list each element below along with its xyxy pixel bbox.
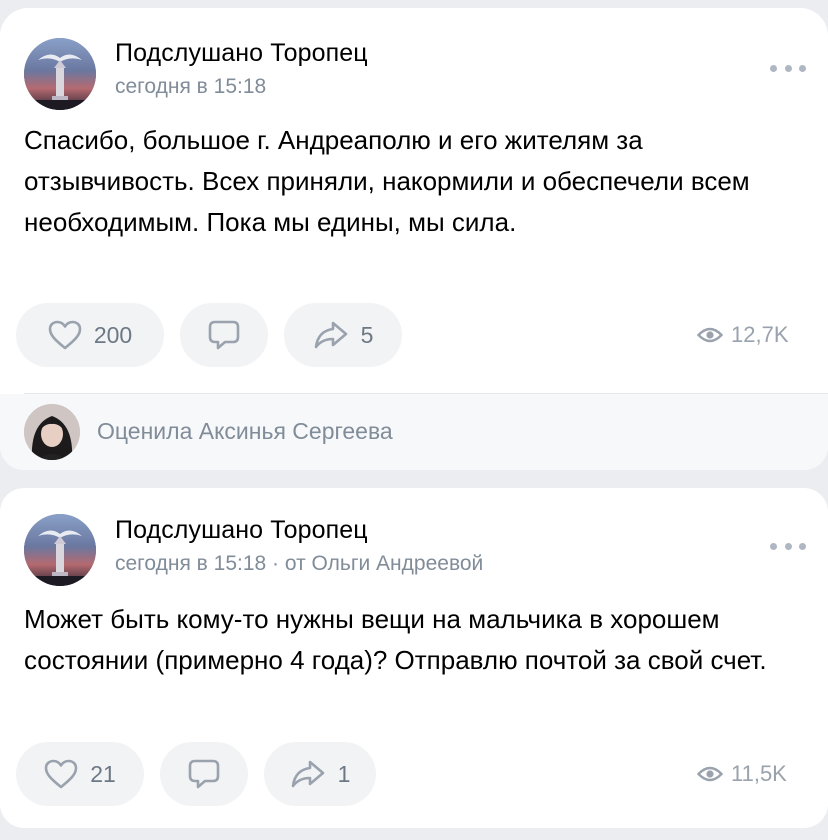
eye-icon: [697, 327, 723, 343]
community-avatar-image: [24, 514, 96, 586]
heart-outline-icon: [48, 320, 82, 350]
community-avatar[interactable]: [24, 38, 96, 110]
like-count: 21: [90, 760, 116, 787]
like-button[interactable]: 21: [16, 742, 144, 806]
views-count: 12,7K: [731, 322, 789, 347]
post-author[interactable]: Подслушано Торопец: [115, 39, 368, 68]
like-count: 200: [93, 321, 133, 348]
post-text: Спасибо, большое г. Андреаполю и его жит…: [24, 125, 750, 237]
views-counter: 12,7K: [697, 322, 789, 348]
eye-icon: [697, 766, 723, 782]
share-count: 5: [360, 321, 374, 348]
post-card: Подслушано Торопец сегодня в 15:18 Спаси…: [0, 8, 828, 470]
more-dots-icon[interactable]: [770, 63, 806, 73]
comment-bubble-icon: [188, 759, 220, 789]
heart-outline-icon: [44, 759, 78, 789]
liker-avatar[interactable]: [24, 404, 80, 460]
share-count: 1: [337, 760, 351, 787]
post-card: Подслушано Торопец сегодня в 15:18 · от …: [0, 488, 828, 828]
share-arrow-icon: [291, 760, 324, 788]
post-text: Может быть кому-то нужны вещи на мальчик…: [24, 604, 767, 675]
comment-button[interactable]: [180, 303, 268, 367]
like-button[interactable]: 200: [16, 303, 164, 367]
comment-bubble-icon: [208, 320, 240, 350]
share-arrow-icon: [314, 321, 347, 349]
more-dots-icon[interactable]: [770, 541, 806, 551]
community-avatar[interactable]: [24, 514, 96, 586]
liked-by-text[interactable]: Оценила Аксинья Сергеева: [97, 418, 393, 445]
post-time[interactable]: сегодня в 15:18 · от Ольги Андреевой: [115, 552, 483, 576]
views-count: 11,5K: [731, 761, 787, 786]
community-avatar-image: [24, 38, 96, 110]
views-counter: 11,5K: [697, 761, 787, 787]
liker-avatar-image: [24, 404, 80, 460]
post-author[interactable]: Подслушано Торопец: [115, 516, 368, 545]
liked-by-row[interactable]: Оценила Аксинья Сергеева: [0, 394, 828, 470]
share-button[interactable]: 1: [264, 742, 376, 806]
post-time[interactable]: сегодня в 15:18: [115, 75, 266, 99]
share-button[interactable]: 5: [284, 303, 402, 367]
comment-button[interactable]: [160, 742, 248, 806]
